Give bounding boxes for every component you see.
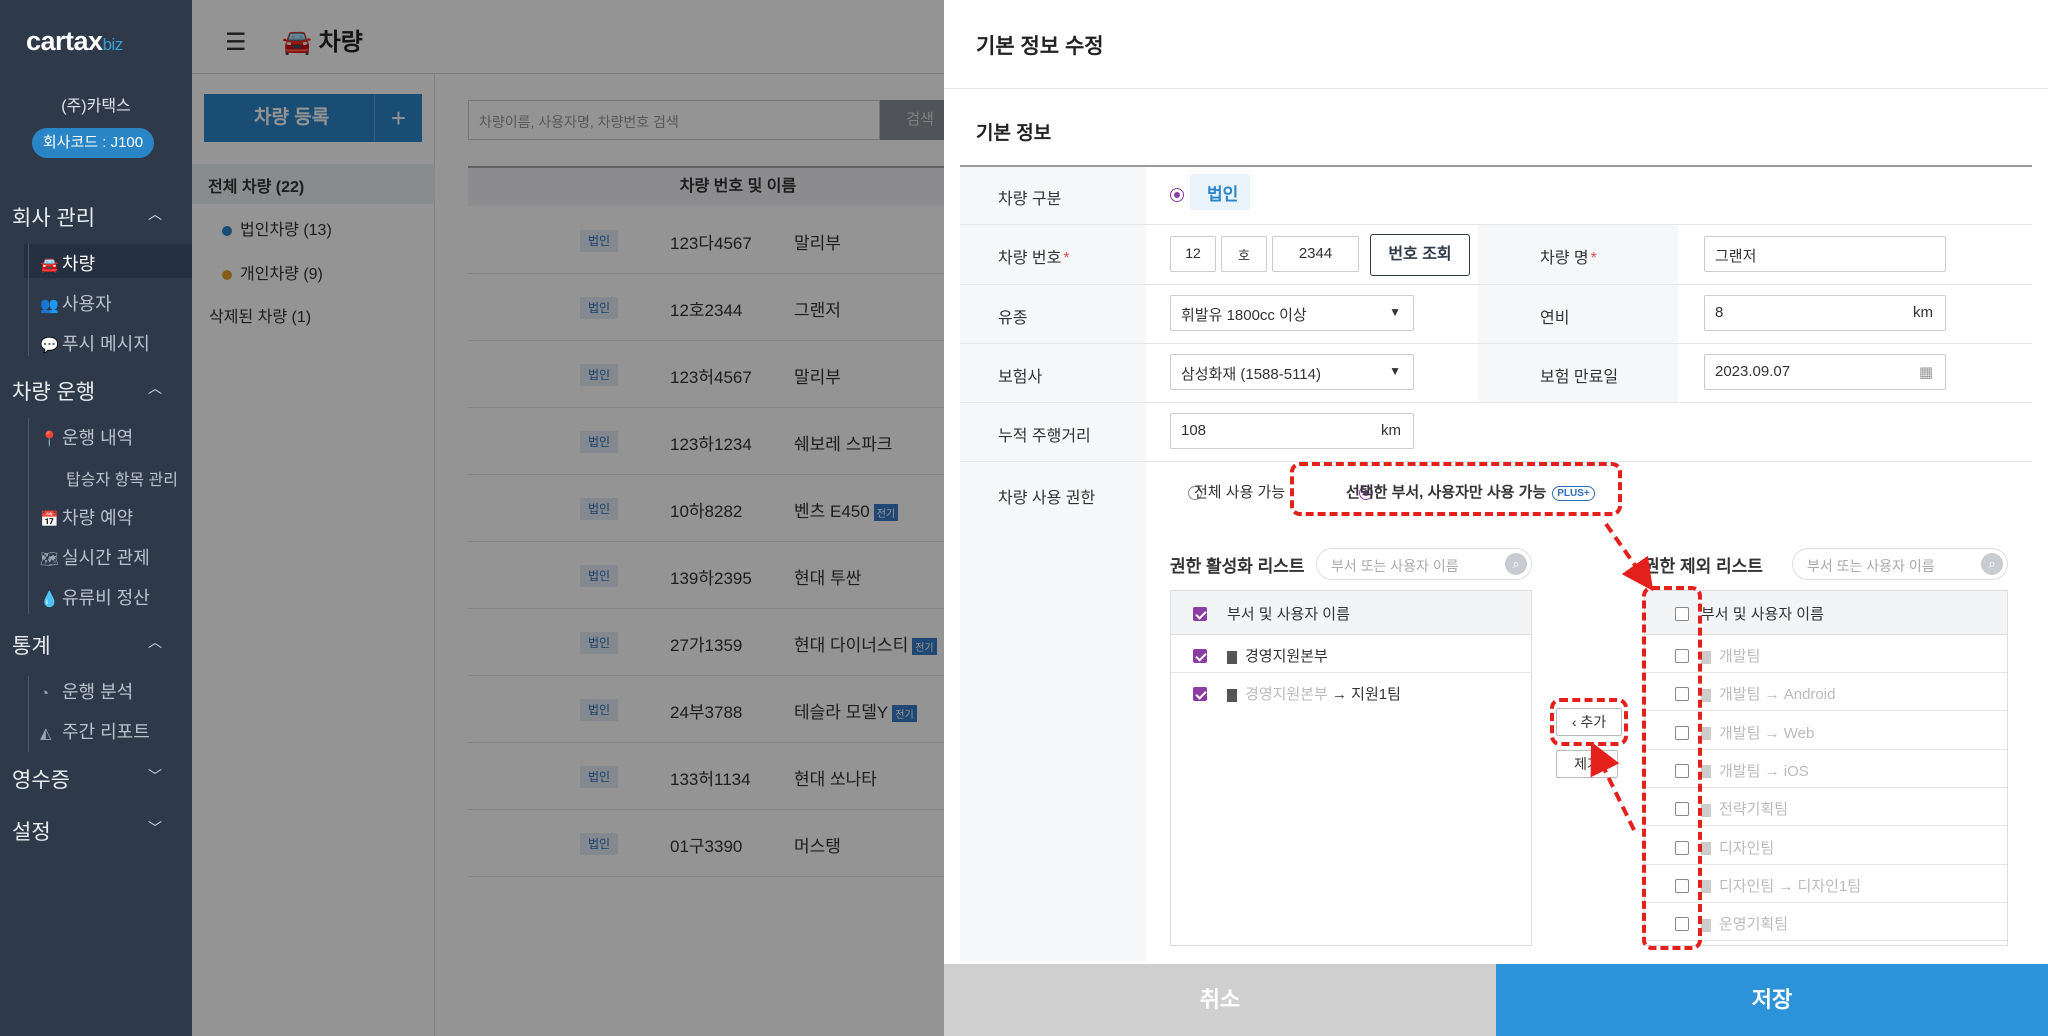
app-root: cartaxbiz (주)카택스 회사코드 : J100 회사 관리 ︿ 🚘 차량 … [0, 0, 2048, 1036]
annotation-arrows [1590, 522, 1654, 831]
arrow-to-exclude-list [1604, 522, 1654, 592]
arrow-to-add-button [1590, 741, 1636, 831]
